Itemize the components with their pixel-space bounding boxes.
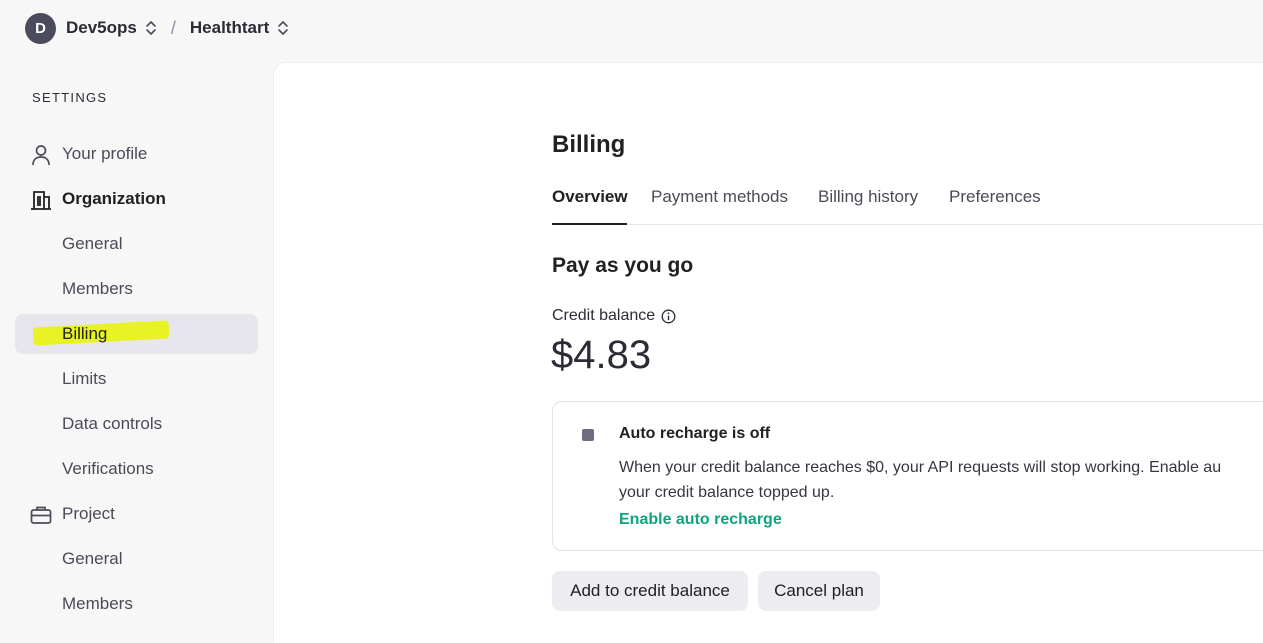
sidebar-item-project-general[interactable]: General	[15, 539, 258, 579]
sidebar-item-org-general[interactable]: General	[15, 224, 258, 264]
credit-balance-label: Credit balance	[552, 307, 676, 325]
main-panel: Billing Overview Payment methods Billing…	[273, 62, 1263, 643]
enable-auto-recharge-link[interactable]: Enable auto recharge	[619, 511, 782, 529]
credit-balance-text: Credit balance	[552, 307, 656, 324]
sidebar-item-label: General	[62, 549, 123, 568]
sidebar-item-verifications[interactable]: Verifications	[15, 449, 258, 489]
credit-balance-amount: $4.83	[551, 333, 652, 377]
tab-payment-methods[interactable]: Payment methods	[651, 187, 788, 225]
settings-sidebar: SETTINGS Your profile Organization Gener…	[0, 56, 273, 643]
sidebar-heading: SETTINGS	[32, 90, 108, 105]
project-switcher[interactable]: Healthtart	[190, 18, 289, 38]
sidebar-item-label: Data controls	[62, 414, 163, 433]
top-bar: D Dev5ops / Healthtart	[0, 0, 1263, 56]
sidebar-item-label: Members	[62, 594, 133, 613]
org-switcher[interactable]: D Dev5ops	[25, 12, 157, 44]
sidebar-item-label: Project	[62, 504, 115, 523]
sidebar-item-label: Limits	[62, 369, 107, 388]
sidebar-item-project-members[interactable]: Members	[15, 584, 258, 624]
sidebar-item-label: Organization	[62, 189, 166, 208]
sidebar-item-billing[interactable]: Billing	[15, 314, 258, 354]
org-name: Dev5ops	[66, 18, 137, 37]
sidebar-item-label: Members	[62, 279, 133, 298]
info-icon[interactable]	[661, 309, 676, 324]
section-title: Pay as you go	[552, 254, 694, 277]
billing-tabs: Overview Payment methods Billing history…	[552, 187, 1263, 225]
org-avatar: D	[25, 12, 56, 44]
page-title: Billing	[552, 131, 626, 158]
sidebar-item-label: Verifications	[62, 459, 154, 478]
sidebar-item-org-members[interactable]: Members	[15, 269, 258, 309]
sidebar-item-data-controls[interactable]: Data controls	[15, 404, 258, 444]
sidebar-item-label: Billing	[62, 324, 108, 343]
tab-preferences[interactable]: Preferences	[949, 187, 1041, 225]
add-to-credit-balance-button[interactable]: Add to credit balance	[552, 571, 748, 611]
sidebar-item-project[interactable]: Project	[15, 494, 258, 534]
tab-billing-history[interactable]: Billing history	[818, 187, 918, 225]
notice-body-line: your credit balance topped up.	[619, 484, 835, 501]
sidebar-item-organization[interactable]: Organization	[15, 179, 258, 219]
tab-overview[interactable]: Overview	[552, 187, 628, 225]
project-name: Healthtart	[189, 18, 270, 37]
sidebar-item-label: Your profile	[62, 144, 148, 163]
notice-body: When your credit balance reaches $0, you…	[619, 455, 1263, 505]
notice-title: Auto recharge is off	[619, 425, 771, 442]
auto-recharge-notice: Auto recharge is off When your credit ba…	[552, 401, 1263, 551]
sidebar-item-label: General	[62, 234, 123, 253]
breadcrumb-separator: /	[170, 17, 176, 38]
status-square-icon	[582, 429, 594, 441]
sidebar-item-limits[interactable]: Limits	[15, 359, 258, 399]
person-icon	[29, 143, 53, 167]
sidebar-item-your-profile[interactable]: Your profile	[15, 134, 258, 174]
chevron-updown-icon	[145, 20, 157, 36]
building-icon	[29, 188, 53, 212]
briefcase-icon	[29, 503, 53, 527]
chevron-updown-icon	[277, 20, 289, 36]
cancel-plan-button[interactable]: Cancel plan	[758, 571, 880, 611]
notice-body-line: When your credit balance reaches $0, you…	[619, 459, 1222, 476]
